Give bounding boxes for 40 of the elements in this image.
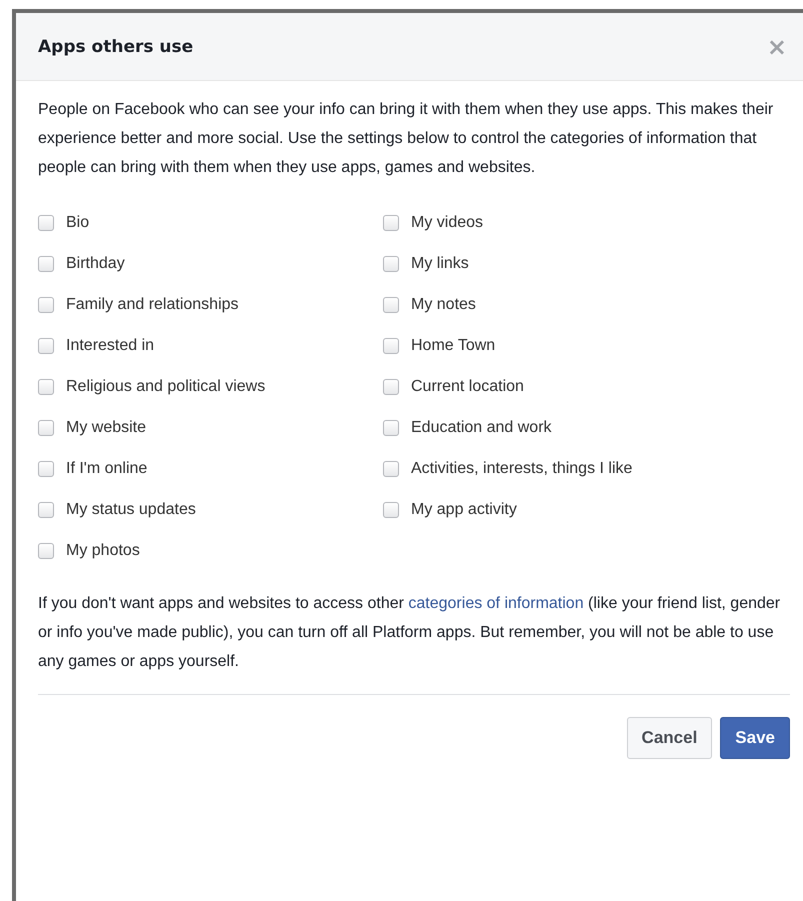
checkbox[interactable] (38, 296, 54, 312)
checkbox-label: Current location (411, 378, 524, 396)
checkbox-label: My website (66, 418, 146, 436)
categories-link[interactable]: categories of information (408, 595, 584, 612)
checkbox-label: My status updates (66, 500, 196, 518)
checkbox[interactable] (38, 460, 54, 476)
checkbox-label: Birthday (66, 254, 125, 272)
dialog-title: Apps others use (38, 36, 194, 56)
checkbox-label: My app activity (411, 500, 517, 518)
checkbox[interactable] (383, 420, 399, 436)
intro-paragraph: People on Facebook who can see your info can bring it with them when they use apps. This makes their experience better and more social. Use the settings below to control the categories of information that people can bring with them when they use apps, games and websites. (38, 100, 774, 178)
checkbox-label: Family and relationships (66, 296, 239, 314)
checkbox-label: My videos (411, 214, 484, 232)
checkbox[interactable] (38, 542, 54, 558)
checkbox-label: My notes (411, 296, 476, 314)
checkbox-label: Activities, interests, things I like (411, 460, 632, 478)
checkbox[interactable] (383, 256, 399, 272)
checkbox[interactable] (383, 214, 399, 230)
checkbox-label: My photos (66, 542, 140, 560)
checkbox[interactable] (38, 256, 54, 272)
cancel-button[interactable]: Cancel (626, 717, 712, 759)
checkbox[interactable] (38, 378, 54, 394)
checkbox[interactable] (383, 296, 399, 312)
checkbox-label: Education and work (411, 418, 552, 436)
save-button[interactable]: Save (720, 717, 790, 759)
checkbox[interactable] (38, 420, 54, 436)
checkbox[interactable] (383, 338, 399, 354)
checkbox[interactable] (383, 502, 399, 518)
checkbox-label: My links (411, 254, 469, 272)
checkbox-label: Religious and political views (66, 378, 266, 396)
checkbox[interactable] (383, 378, 399, 394)
checkbox[interactable] (383, 460, 399, 476)
checkbox-label: Bio (66, 214, 90, 232)
checkbox[interactable] (38, 338, 54, 354)
checkbox[interactable] (38, 214, 54, 230)
checkbox[interactable] (38, 502, 54, 518)
checkbox-label: Interested in (66, 336, 154, 354)
checkbox-label: If I'm online (66, 460, 148, 478)
checkbox-label: Home Town (411, 336, 496, 354)
footer-paragraph: If you don't want apps and websites to access other categories of information (like your friend list, gender or info you've made public), you can turn off all Platform apps. But remember, you will not be able to use any games or apps yourself. (38, 594, 782, 672)
